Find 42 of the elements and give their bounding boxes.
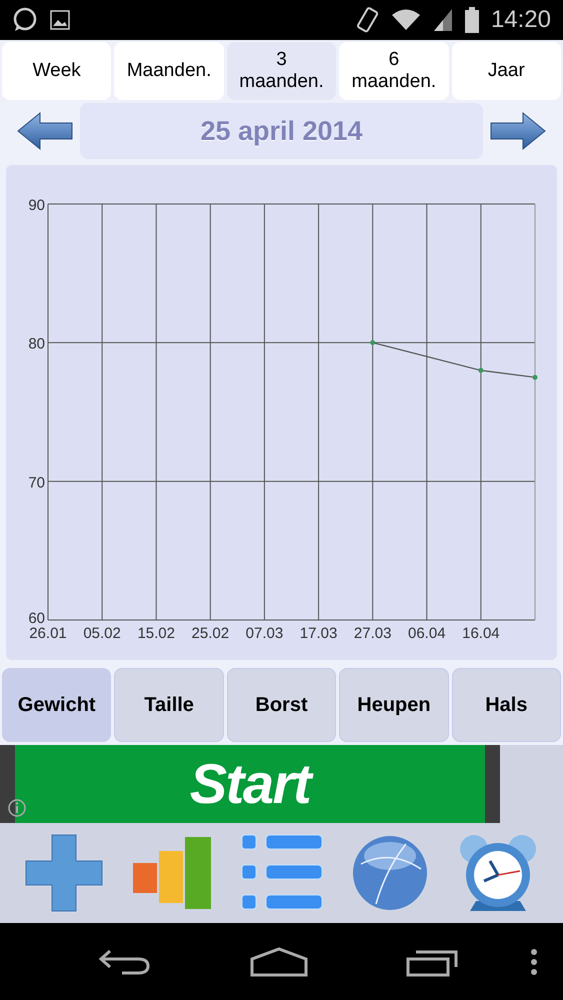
- add-icon[interactable]: [24, 833, 104, 913]
- axis-label: 16.04: [462, 625, 500, 642]
- axis-label: 26.01: [29, 625, 67, 642]
- period-tab[interactable]: 3 maanden.: [226, 42, 336, 100]
- axis-label: 07.03: [246, 625, 284, 642]
- axis-label: 25.02: [192, 625, 230, 642]
- previous-arrow-icon[interactable]: [16, 111, 74, 151]
- period-tab[interactable]: Maanden.: [114, 42, 224, 100]
- info-icon[interactable]: [8, 799, 26, 817]
- chat-icon: [12, 7, 38, 33]
- measure-tab[interactable]: Borst: [226, 668, 336, 742]
- data-point: [370, 340, 376, 346]
- axis-label: 60: [28, 610, 45, 627]
- rotate-phone-icon: [356, 7, 379, 33]
- period-tab[interactable]: Week: [2, 42, 112, 100]
- data-point: [478, 368, 484, 373]
- axis-label: 06.04: [408, 625, 446, 642]
- measure-tab[interactable]: Gewicht: [2, 668, 112, 742]
- date-label: 25 april 2014: [80, 103, 483, 159]
- battery-icon: [464, 7, 479, 33]
- axis-label: 17.03: [300, 625, 338, 642]
- image-icon: [50, 10, 70, 30]
- measure-tab[interactable]: Hals: [452, 668, 562, 742]
- home-icon[interactable]: [250, 946, 308, 976]
- wifi-icon: [390, 8, 421, 32]
- menu-icon[interactable]: [529, 948, 539, 976]
- axis-label: 90: [28, 197, 45, 214]
- data-point: [532, 374, 538, 380]
- measure-tab[interactable]: Taille: [114, 668, 224, 742]
- globe-icon[interactable]: [350, 834, 428, 912]
- clock-time: 14:20: [490, 5, 551, 35]
- axis-label: 27.03: [354, 625, 392, 642]
- axis-label: 70: [28, 474, 45, 492]
- ad-banner[interactable]: Start: [0, 745, 500, 823]
- next-arrow-icon[interactable]: [489, 111, 547, 151]
- measure-tab[interactable]: Heupen: [339, 668, 449, 742]
- axis-label: 15.02: [137, 625, 175, 642]
- signal-icon: [432, 8, 453, 32]
- axis-label: 80: [28, 336, 45, 353]
- axis-label: 05.02: [83, 625, 121, 642]
- period-tab[interactable]: 6 maanden.: [339, 42, 449, 100]
- period-tab[interactable]: Jaar: [452, 42, 562, 100]
